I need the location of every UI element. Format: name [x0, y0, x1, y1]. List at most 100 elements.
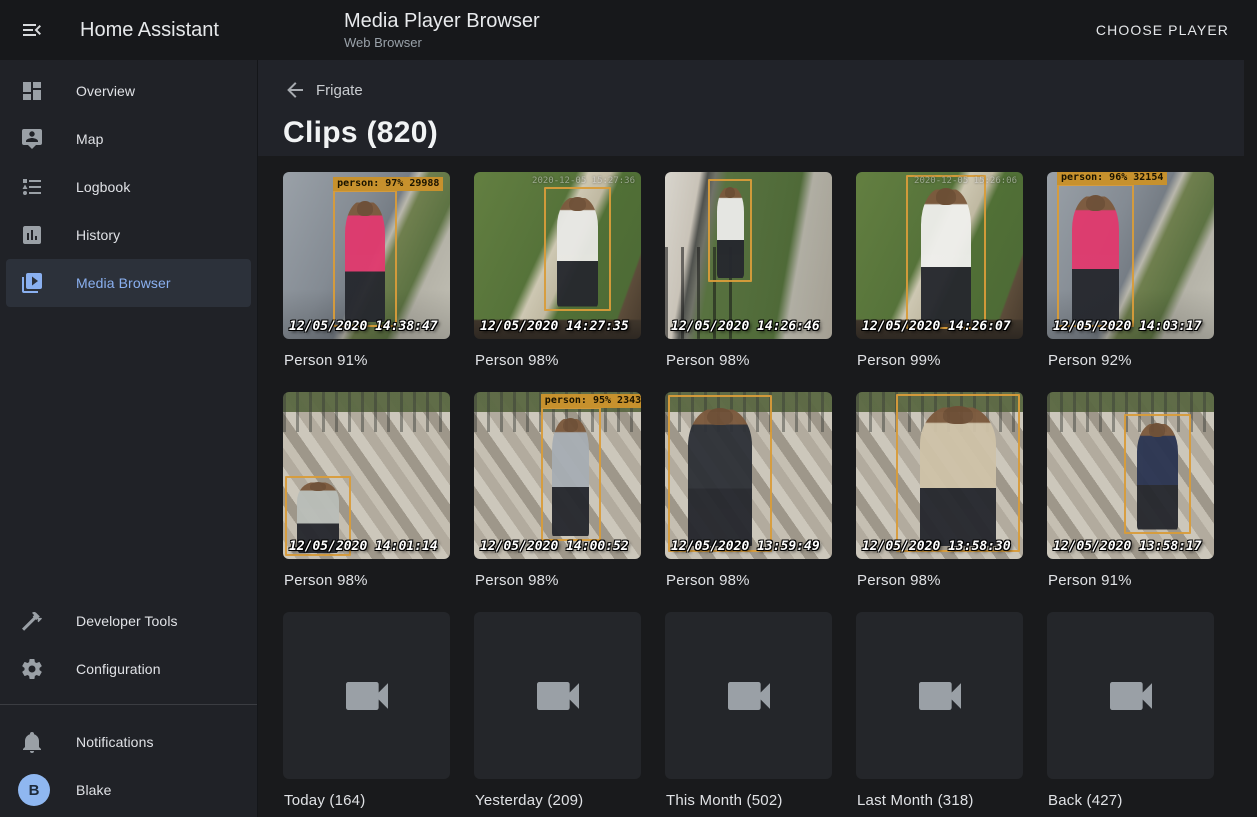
avatar: B: [18, 774, 50, 806]
person-figure: [345, 201, 384, 327]
sidebar-item-map[interactable]: Map: [0, 115, 257, 163]
clip-timestamp: 12/05/2020 14:38:47: [289, 319, 438, 334]
media-browser-panel: Frigate Clips (820) person: 97% 29988 12…: [258, 60, 1257, 817]
clip-card[interactable]: 2020-12-05 15:26:06 12/05/2020 14:26:07 …: [856, 172, 1023, 372]
clip-card[interactable]: 2020-12-05 15:27:36 12/05/2020 14:27:35 …: [474, 172, 641, 372]
app-header: Home Assistant Media Player Browser Web …: [0, 0, 1257, 60]
clip-thumbnail[interactable]: person: 96% 32154 12/05/2020 14:03:17: [1047, 172, 1214, 339]
clip-caption: Person 98%: [284, 572, 450, 592]
page-title: Clips (820): [283, 116, 1257, 150]
clip-thumbnail[interactable]: person: 97% 29988 12/05/2020 14:38:47: [283, 172, 450, 339]
folder-thumbnail[interactable]: [856, 612, 1023, 779]
clip-thumbnail[interactable]: 12/05/2020 13:59:49: [665, 392, 832, 559]
sidebar: Overview Map Logbook History Media Brows…: [0, 60, 258, 817]
sidebar-item-notifications[interactable]: Notifications: [0, 718, 257, 766]
folder-card-2[interactable]: This Month (502): [665, 612, 832, 812]
clip-card[interactable]: 12/05/2020 13:59:49 Person 98%: [665, 392, 832, 592]
clip-caption: Person 99%: [857, 352, 1023, 372]
clip-card[interactable]: 12/05/2020 14:26:46 Person 98%: [665, 172, 832, 372]
person-figure: [920, 406, 997, 552]
map-account-icon: [20, 127, 44, 151]
folder-thumbnail[interactable]: [283, 612, 450, 779]
folder-card-1[interactable]: Yesterday (209): [474, 612, 641, 812]
menu-open-button[interactable]: [20, 18, 44, 42]
clip-thumbnail[interactable]: 12/05/2020 14:01:14: [283, 392, 450, 559]
person-figure: [1072, 195, 1120, 327]
breadcrumb[interactable]: Frigate: [283, 78, 363, 102]
folder-card-3[interactable]: Last Month (318): [856, 612, 1023, 812]
video-icon: [1103, 668, 1159, 724]
sidebar-item-overview[interactable]: Overview: [0, 67, 257, 115]
notifications-label: Notifications: [76, 734, 154, 750]
clip-thumbnail[interactable]: 12/05/2020 14:26:46: [665, 172, 832, 339]
video-icon: [339, 668, 395, 724]
clip-caption: Person 98%: [666, 352, 832, 372]
clip-card[interactable]: person: 96% 32154 12/05/2020 14:03:17 Pe…: [1047, 172, 1214, 372]
clip-caption: Person 91%: [284, 352, 450, 372]
clip-thumbnail[interactable]: 12/05/2020 13:58:30: [856, 392, 1023, 559]
sidebar-item-history[interactable]: History: [0, 211, 257, 259]
video-icon: [721, 668, 777, 724]
folder-caption: This Month (502): [666, 792, 832, 812]
hammer-icon: [20, 609, 44, 633]
panel-title-block: Media Player Browser Web Browser: [344, 10, 1088, 51]
clip-caption: Person 98%: [857, 572, 1023, 592]
folder-caption: Yesterday (209): [475, 792, 641, 812]
sidebar-item-developer-tools[interactable]: Developer Tools: [0, 597, 257, 645]
sidebar-nav-bottom: Developer Tools Configuration: [0, 597, 257, 693]
sidebar-item-logbook[interactable]: Logbook: [0, 163, 257, 211]
clip-card[interactable]: 12/05/2020 13:58:30 Person 98%: [856, 392, 1023, 592]
panel-subtitle: Web Browser: [344, 36, 1088, 51]
folder-card-0[interactable]: Today (164): [283, 612, 450, 812]
sidebar-item-profile[interactable]: B Blake: [0, 766, 257, 814]
person-figure: [921, 188, 971, 329]
clip-caption: Person 98%: [475, 352, 641, 372]
app-title: Home Assistant: [80, 19, 219, 42]
camera-timestamp-secondary: 2020-12-05 15:27:36: [532, 176, 635, 186]
breadcrumb-label: Frigate: [316, 82, 363, 99]
folder-caption: Today (164): [284, 792, 450, 812]
clip-timestamp: 12/05/2020 14:27:35: [480, 319, 629, 334]
media-browser-icon: [20, 271, 44, 295]
clip-card[interactable]: 12/05/2020 13:58:17 Person 91%: [1047, 392, 1214, 592]
clip-timestamp: 12/05/2020 13:58:30: [862, 539, 1011, 554]
folder-card-4[interactable]: Back (427): [1047, 612, 1214, 812]
history-chart-icon: [20, 223, 44, 247]
clip-thumbnail[interactable]: 2020-12-05 15:26:06 12/05/2020 14:26:07: [856, 172, 1023, 339]
clip-card[interactable]: 12/05/2020 14:01:14 Person 98%: [283, 392, 450, 592]
choose-player-button[interactable]: CHOOSE PLAYER: [1088, 14, 1237, 46]
person-figure: [1137, 423, 1178, 534]
person-figure: [688, 408, 752, 552]
clip-timestamp: 12/05/2020 13:58:17: [1053, 539, 1202, 554]
clip-card[interactable]: person: 95% 23432 12/05/2020 14:00:52 Pe…: [474, 392, 641, 592]
folder-thumbnail[interactable]: [474, 612, 641, 779]
media-grid-area: person: 97% 29988 12/05/2020 14:38:47 Pe…: [258, 156, 1257, 817]
arrow-left-icon: [283, 78, 307, 102]
clip-caption: Person 91%: [1048, 572, 1214, 592]
sidebar-item-configuration[interactable]: Configuration: [0, 645, 257, 693]
clip-thumbnail[interactable]: 12/05/2020 13:58:17: [1047, 392, 1214, 559]
profile-label: Blake: [76, 782, 112, 798]
clip-timestamp: 12/05/2020 14:26:46: [671, 319, 820, 334]
sidebar-item-media-browser[interactable]: Media Browser: [6, 259, 251, 307]
clip-caption: Person 92%: [1048, 352, 1214, 372]
person-figure: [552, 418, 589, 541]
sidebar-bottom: Developer Tools Configuration Notificati…: [0, 597, 257, 817]
panel-title: Media Player Browser: [344, 10, 1088, 33]
sidebar-header: Home Assistant: [0, 18, 258, 42]
sidebar-divider: [0, 704, 257, 705]
video-icon: [530, 668, 586, 724]
folder-thumbnail[interactable]: [665, 612, 832, 779]
clip-thumbnail[interactable]: 2020-12-05 15:27:36 12/05/2020 14:27:35: [474, 172, 641, 339]
clip-caption: Person 98%: [666, 572, 832, 592]
bell-icon: [20, 730, 44, 754]
app-window: Home Assistant Media Player Browser Web …: [0, 0, 1257, 817]
folder-caption: Back (427): [1048, 792, 1214, 812]
clip-caption: Person 98%: [475, 572, 641, 592]
clip-card[interactable]: person: 97% 29988 12/05/2020 14:38:47 Pe…: [283, 172, 450, 372]
clip-timestamp: 12/05/2020 14:01:14: [289, 539, 438, 554]
clip-timestamp: 12/05/2020 14:03:17: [1053, 319, 1202, 334]
folder-thumbnail[interactable]: [1047, 612, 1214, 779]
clip-thumbnail[interactable]: person: 95% 23432 12/05/2020 14:00:52: [474, 392, 641, 559]
gear-icon: [20, 657, 44, 681]
